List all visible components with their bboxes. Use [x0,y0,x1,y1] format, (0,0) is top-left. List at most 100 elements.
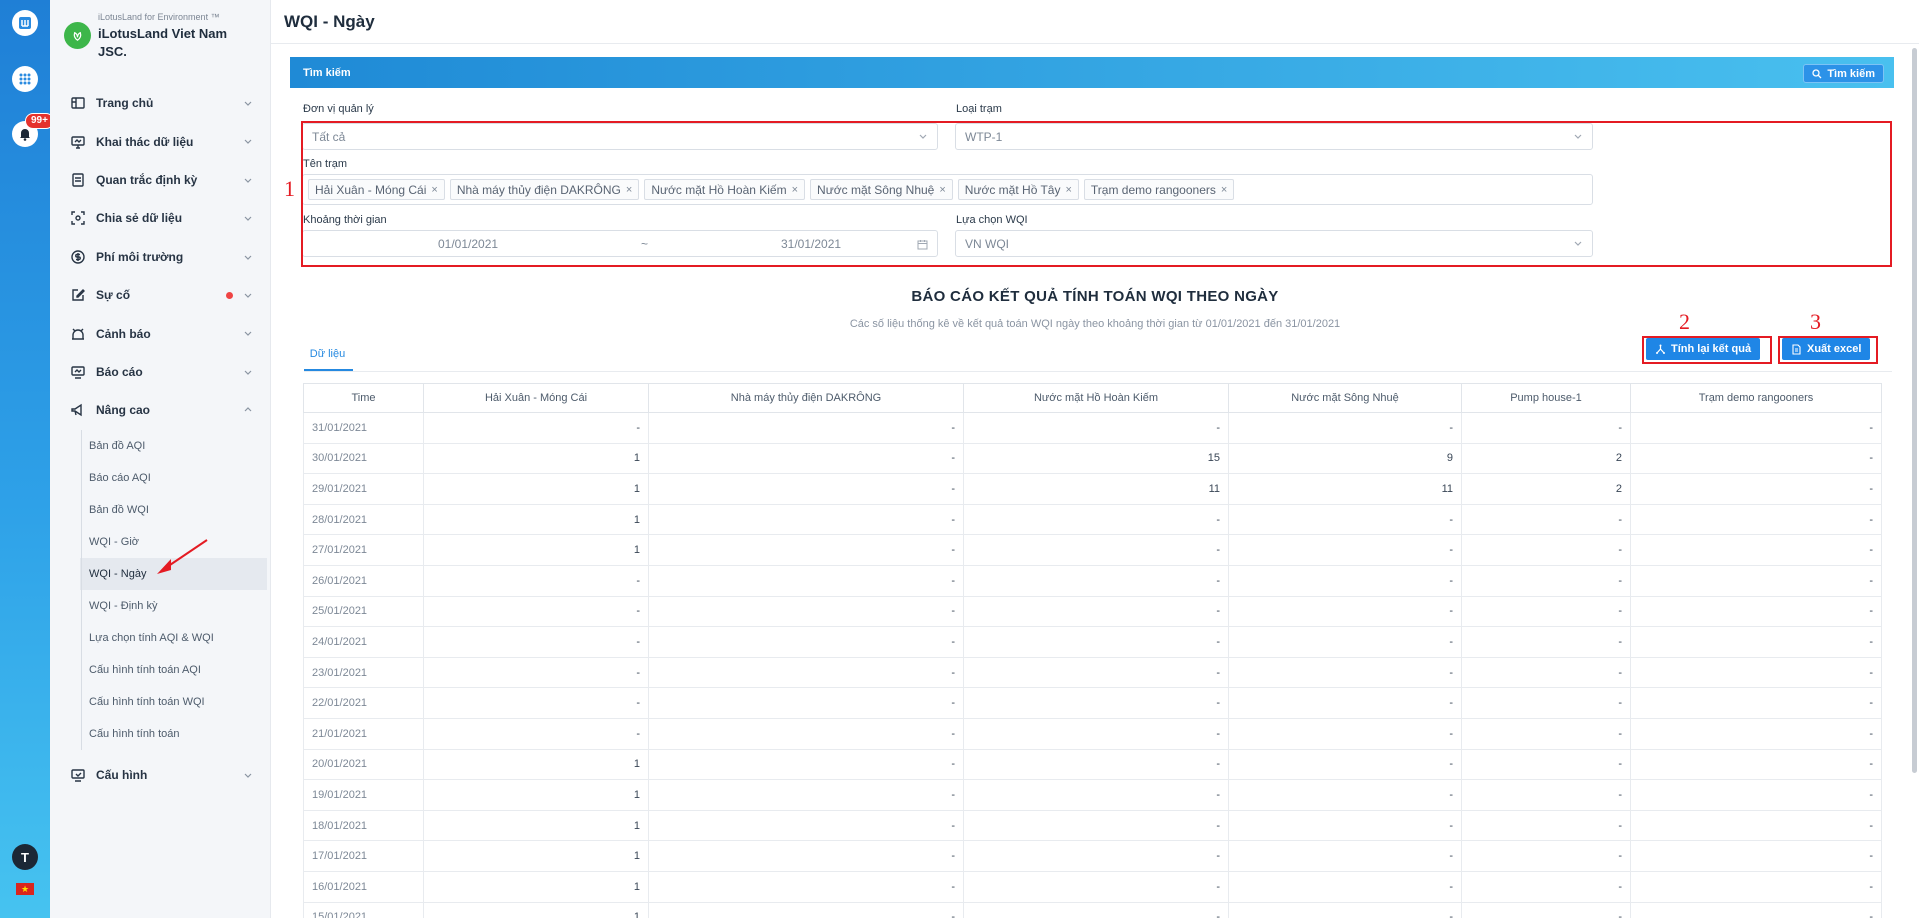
column-header[interactable]: Trạm demo rangooners [1630,383,1882,413]
edit-icon [70,287,86,303]
cell-time: 19/01/2021 [303,779,424,811]
user-avatar[interactable]: T [12,844,38,870]
submenu-item-wqi-dinh-ky[interactable]: WQI - Định kỳ [80,590,267,622]
submenu-item-cau-hinh-aqi[interactable]: Cấu hình tính toán AQI [80,654,267,686]
sidebar-item-su-co[interactable]: Sự cố [50,276,271,314]
close-icon[interactable]: × [1221,184,1227,196]
cell-value: - [963,717,1229,750]
close-icon[interactable]: × [626,184,632,196]
sidebar-item-khai-thac[interactable]: Khai thác dữ liệu [50,122,271,160]
station-label: Tên trạm [303,158,348,170]
cell-value: - [648,656,964,689]
unit-select-value: Tất cả [312,129,346,144]
sidebar-item-phi-moi-truong[interactable]: Phí môi trường [50,238,271,276]
table-row: 20/01/2021 1- - - - - [303,748,1882,781]
cell-value: - [648,809,964,842]
cell-value: - [1630,534,1882,566]
station-tag: Trạm demo rangooners × [1083,179,1235,200]
cell-value: 1 [423,473,649,505]
ilotus-logo-icon[interactable] [12,10,38,36]
table-row: 22/01/2021- - - - - - [303,687,1882,719]
cell-value: 1 [423,840,649,872]
cell-value: - [963,656,1229,689]
table-row: 25/01/2021- - - - - - [303,595,1882,628]
cell-value: - [963,779,1229,811]
chevron-down-icon [244,773,252,778]
search-panel-title: Tìm kiếm [303,66,351,79]
cell-value: - [963,534,1229,566]
recalculate-button[interactable]: Tính lại kết quả [1646,338,1761,360]
submenu-item-cau-hinh-wqi[interactable]: Cấu hình tính toán WQI [80,686,267,718]
column-header[interactable]: Nước mặt Hồ Hoàn Kiếm [963,383,1229,413]
station-multiselect[interactable]: Hải Xuân - Móng Cái × Nhà máy thủy điện D… [302,174,1593,205]
submenu-item-wqi-gio[interactable]: WQI - Giờ [80,526,267,558]
tab-du-lieu[interactable]: Dữ liệu [303,341,352,366]
brand[interactable]: iLotusLand for Environment ™ iLotusLand … [64,10,264,64]
cell-value: - [1228,503,1462,536]
sidebar-item-cau-hinh[interactable]: Cấu hình [50,756,271,794]
submenu-item-cau-hinh-tinh-toan[interactable]: Cấu hình tính toán [80,718,267,750]
cell-value: - [1630,870,1882,903]
flag-vn-icon[interactable]: ★ [16,883,34,895]
column-header-time[interactable]: Time [303,383,424,413]
sidebar-item-quan-trac[interactable]: Quan trắc định kỳ [50,161,271,199]
table-row: 23/01/2021- - - - - - [303,656,1882,689]
search-icon [1812,68,1822,78]
cell-value: - [1228,534,1462,566]
submenu-item-ban-do-wqi[interactable]: Bản đồ WQI [80,494,267,526]
cell-value: - [963,901,1229,918]
range-label: Khoảng thời gian [303,214,387,226]
cell-value: - [648,687,964,719]
date-range-picker[interactable]: 01/01/2021 ~ 31/01/2021 [302,230,938,257]
export-excel-button-label: Xuất excel [1807,343,1862,355]
cell-value: - [963,564,1229,597]
submenu-nang-cao: Bản đồ AQI Báo cáo AQI Bản đồ WQI WQI - … [50,429,271,750]
submenu-item-wqi-ngay[interactable]: WQI - Ngày [80,557,267,590]
table-row: 15/01/2021 1- - - - - [303,901,1882,918]
column-header[interactable]: Pump house-1 [1461,383,1631,413]
submenu-item-lua-chon-tinh[interactable]: Lựa chọn tính AQI & WQI [80,622,267,654]
cell-value: - [648,564,964,597]
sidebar-item-nang-cao[interactable]: Nâng cao [50,391,271,429]
export-excel-button[interactable]: Xuất excel [1782,338,1871,360]
column-header[interactable]: Nhà máy thủy điện DAKRÔNG [648,383,964,413]
apps-grid-icon[interactable] [12,66,38,92]
unit-select[interactable]: Tất cả [302,123,938,150]
cell-value: - [1228,901,1462,918]
annotation-number-2: 2 [1679,309,1690,334]
station-tag: Nước mặt Hồ Tây × [957,179,1079,200]
column-header[interactable]: Hải Xuân - Móng Cái [423,383,649,413]
cell-value: - [1461,412,1631,444]
cell-value: - [1630,809,1882,842]
submenu-item-bao-cao-aqi[interactable]: Báo cáo AQI [80,462,267,494]
cell-value: - [1630,840,1882,872]
close-icon[interactable]: × [792,184,798,196]
sidebar: iLotusLand for Environment ™ iLotusLand … [50,0,271,918]
search-button-label: Tìm kiếm [1827,67,1875,80]
wqi-select[interactable]: VN WQI [955,230,1593,257]
cell-value: - [423,717,649,750]
sidebar-item-label: Trang chủ [96,96,154,111]
sidebar-item-chia-se[interactable]: Chia sẻ dữ liệu [50,199,271,237]
share-icon [70,210,86,226]
type-select[interactable]: WTP-1 [955,123,1593,150]
cell-value: - [1228,870,1462,903]
cell-value: - [1461,503,1631,536]
close-icon[interactable]: × [431,184,437,196]
cell-value: 1 [423,442,649,475]
submenu-item-ban-do-aqi[interactable]: Bản đồ AQI [80,430,267,462]
close-icon[interactable]: × [939,184,945,196]
sidebar-item-trang-chu[interactable]: Trang chủ [50,84,271,122]
column-header[interactable]: Nước mặt Sông Nhuệ [1228,383,1462,413]
cell-value: - [963,626,1229,658]
cell-time: 21/01/2021 [303,717,424,750]
cell-value: 1 [423,779,649,811]
sidebar-item-canh-bao[interactable]: Cảnh báo [50,314,271,352]
date-to[interactable]: 31/01/2021 [781,237,841,251]
search-button[interactable]: Tìm kiếm [1803,64,1884,83]
page-scrollbar[interactable] [1912,48,1917,773]
date-from[interactable]: 01/01/2021 [438,237,498,251]
chevron-down-icon [244,370,252,375]
sidebar-item-bao-cao[interactable]: Báo cáo [50,353,271,391]
close-icon[interactable]: × [1065,184,1071,196]
